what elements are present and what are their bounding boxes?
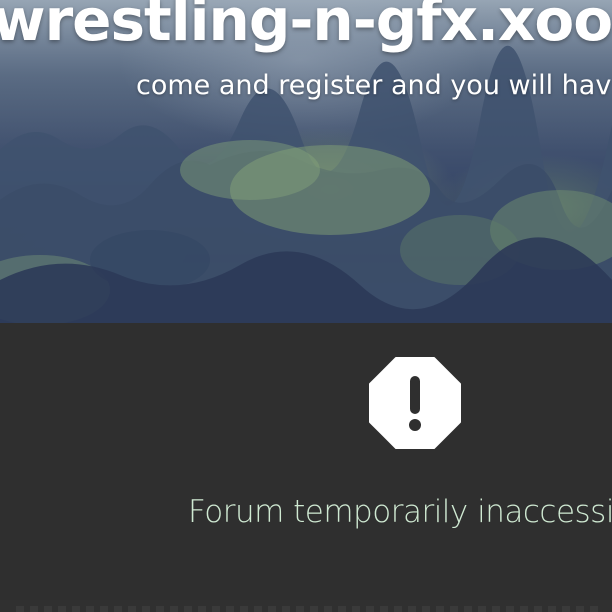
notice-panel: [0, 323, 612, 612]
bottom-edge: [0, 600, 612, 612]
warning-octagon-icon: [369, 357, 461, 449]
notice-message: Forum temporarily inaccessib: [188, 494, 612, 530]
page: wrestling-n-gfx.xoo come and register an…: [0, 0, 612, 612]
site-subtitle: come and register and you will hav: [136, 70, 612, 101]
site-title[interactable]: wrestling-n-gfx.xoo: [0, 0, 612, 54]
header-banner: wrestling-n-gfx.xoo come and register an…: [0, 0, 612, 323]
cropped-text-fragment: [10, 606, 602, 612]
